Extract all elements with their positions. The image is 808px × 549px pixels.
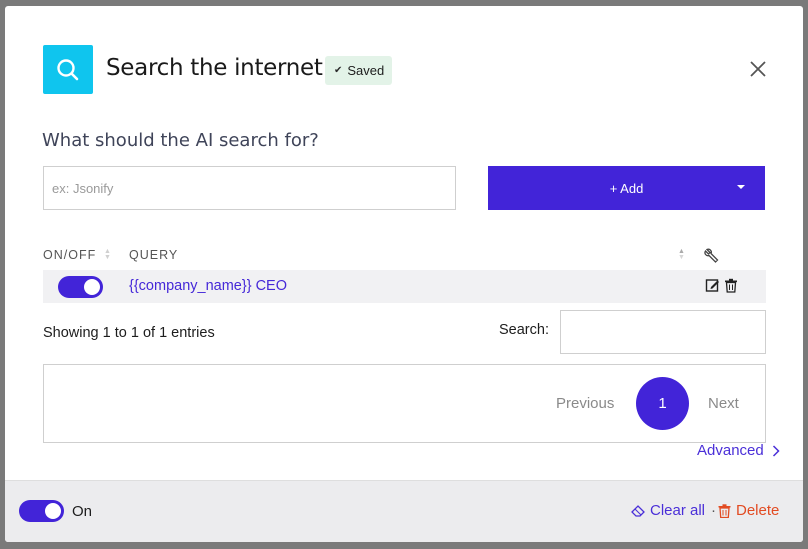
- modal-title: Search the internet: [106, 55, 323, 81]
- search-question-label: What should the AI search for?: [42, 130, 319, 151]
- table-search-input[interactable]: [560, 310, 766, 354]
- advanced-link[interactable]: Advanced: [697, 442, 780, 459]
- header-on-off[interactable]: ON/OFF: [43, 248, 96, 262]
- table-row: {{company_name}} CEO: [43, 270, 766, 303]
- delete-label: Delete: [736, 502, 780, 519]
- query-input[interactable]: [43, 166, 456, 210]
- add-button[interactable]: + Add: [488, 166, 765, 210]
- footer-toggle[interactable]: [19, 500, 64, 522]
- toggle-knob: [45, 503, 61, 519]
- next-button[interactable]: Next: [708, 395, 739, 412]
- sort-icon: ▲ ▼: [104, 248, 111, 261]
- table-search-label: Search:: [499, 322, 549, 338]
- close-icon[interactable]: [748, 59, 768, 79]
- wrench-icon: [704, 248, 719, 263]
- query-cell: {{company_name}} CEO: [129, 278, 287, 294]
- advanced-label: Advanced: [697, 442, 764, 459]
- saved-label: Saved: [347, 63, 385, 78]
- eraser-icon: [631, 505, 645, 517]
- trash-icon[interactable]: [724, 278, 738, 293]
- toggle-knob: [84, 279, 100, 295]
- trash-icon: [718, 503, 731, 518]
- chevron-right-icon: [772, 444, 780, 457]
- footer-on-label: On: [72, 503, 93, 520]
- clear-all-button[interactable]: Clear all: [631, 502, 705, 519]
- previous-button[interactable]: Previous: [556, 395, 614, 412]
- row-toggle[interactable]: [58, 276, 103, 298]
- sort-icon: ▲ ▼: [678, 248, 685, 261]
- footer: On Clear all · Delete: [5, 480, 803, 542]
- page-1-button[interactable]: 1: [636, 377, 689, 430]
- footer-separator: ·: [711, 502, 716, 519]
- header-on-off-label: ON/OFF: [43, 248, 97, 262]
- add-button-label: + Add: [609, 180, 644, 196]
- search-icon-tile: [43, 45, 93, 94]
- header-query-label: QUERY: [129, 248, 179, 262]
- row-actions: [705, 278, 738, 293]
- clear-all-label: Clear all: [650, 502, 706, 519]
- search-internet-modal: Search the internet ✔ Saved What should …: [5, 6, 803, 542]
- search-icon: [57, 58, 79, 80]
- entries-info: Showing 1 to 1 of 1 entries: [43, 325, 215, 341]
- header-query[interactable]: QUERY: [129, 248, 178, 262]
- saved-badge: ✔ Saved: [325, 56, 393, 85]
- checkmark-icon: ✔: [334, 65, 343, 76]
- delete-button[interactable]: Delete: [718, 502, 779, 519]
- chevron-down-icon[interactable]: [737, 185, 745, 189]
- pagination: Previous 1 Next: [43, 364, 766, 443]
- edit-icon[interactable]: [705, 278, 720, 293]
